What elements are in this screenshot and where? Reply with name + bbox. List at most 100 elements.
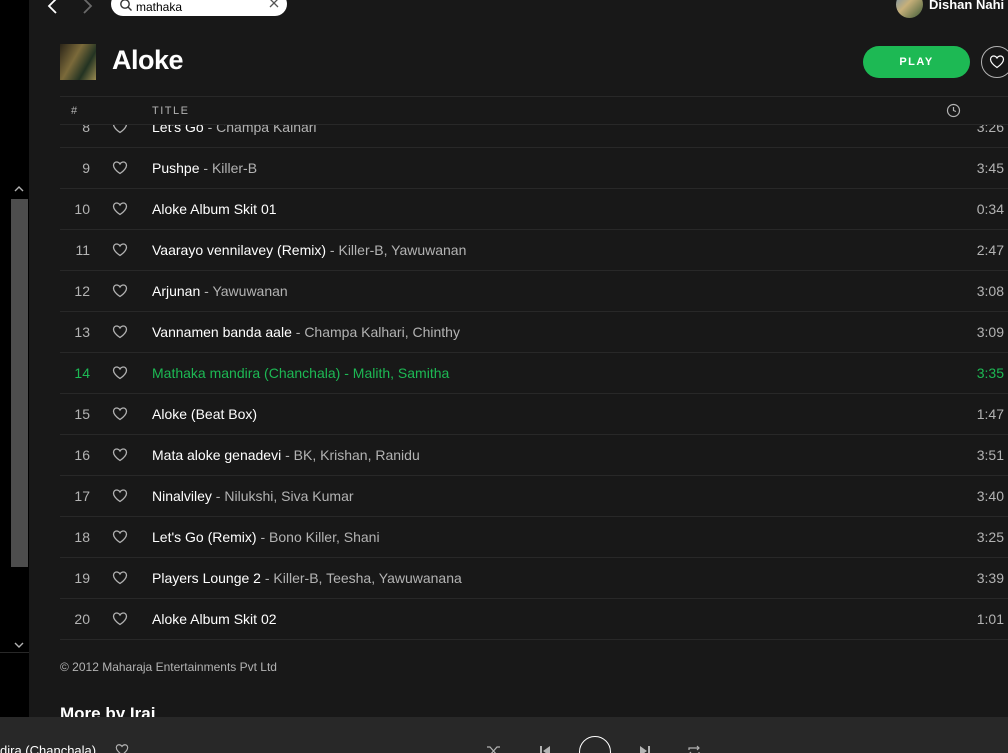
track-number: 16 bbox=[74, 447, 90, 463]
track-number: 12 bbox=[74, 283, 90, 299]
track-title[interactable]: Arjunan bbox=[152, 283, 200, 299]
artist-link[interactable]: Shani bbox=[344, 529, 380, 545]
separator: - bbox=[326, 242, 339, 258]
artist-link[interactable]: Killer-B bbox=[273, 570, 318, 586]
heart-icon[interactable] bbox=[112, 201, 128, 217]
column-title[interactable]: TITLE bbox=[152, 105, 189, 117]
artist-link[interactable]: Samitha bbox=[398, 365, 449, 381]
heart-icon[interactable] bbox=[112, 611, 128, 627]
separator: , bbox=[318, 570, 327, 586]
player-bar: dira (Chanchala) bbox=[0, 717, 1008, 753]
heart-icon[interactable] bbox=[112, 570, 128, 586]
track-title[interactable]: Vaarayo vennilavey (Remix) bbox=[152, 242, 326, 258]
track-duration: 1:01 bbox=[976, 611, 1004, 627]
search-input[interactable] bbox=[136, 0, 256, 14]
track-row[interactable]: 11 Vaarayo vennilavey (Remix) - Killer-B,… bbox=[60, 230, 1008, 271]
album-cover bbox=[60, 44, 96, 80]
previous-icon[interactable] bbox=[537, 743, 553, 753]
save-album-button[interactable] bbox=[981, 46, 1008, 78]
heart-icon[interactable] bbox=[112, 283, 128, 299]
track-row[interactable]: 10 Aloke Album Skit 01 0:34 bbox=[60, 189, 1008, 230]
heart-icon[interactable] bbox=[112, 447, 128, 463]
artist-link[interactable]: Yawuwanana bbox=[379, 570, 462, 586]
repeat-icon[interactable] bbox=[686, 743, 702, 753]
heart-icon[interactable] bbox=[112, 406, 128, 422]
artist-link[interactable]: Siva Kumar bbox=[281, 488, 353, 504]
now-playing-title[interactable]: dira (Chanchala) bbox=[0, 743, 96, 753]
user-menu[interactable]: Dishan Nahi bbox=[896, 0, 1004, 18]
track-title[interactable]: Pushpe bbox=[152, 160, 199, 176]
artist-link[interactable]: Chinthy bbox=[412, 324, 459, 340]
track-row[interactable]: 19 Players Lounge 2 - Killer-B, Teesha, Y… bbox=[60, 558, 1008, 599]
track-title[interactable]: Ninalviley bbox=[152, 488, 212, 504]
artist-link[interactable]: Malith bbox=[353, 365, 390, 381]
separator: - bbox=[211, 488, 225, 504]
track-duration: 3:45 bbox=[976, 160, 1004, 176]
track-duration: 3:51 bbox=[976, 447, 1004, 463]
column-number: # bbox=[71, 105, 78, 117]
play-button[interactable]: PLAY bbox=[863, 46, 970, 78]
scroll-up-icon[interactable] bbox=[12, 182, 26, 196]
scroll-down-icon[interactable] bbox=[12, 638, 26, 652]
album-title: Aloke bbox=[112, 45, 184, 75]
sidebar-scrollbar[interactable] bbox=[11, 199, 28, 567]
track-row[interactable]: 16 Mata aloke genadevi - BK, Krishan, Ran… bbox=[60, 435, 1008, 476]
chevron-left-icon[interactable] bbox=[43, 0, 63, 16]
track-row[interactable]: 20 Aloke Album Skit 02 1:01 bbox=[60, 599, 1008, 640]
track-title[interactable]: Aloke Album Skit 02 bbox=[152, 611, 277, 627]
track-title[interactable]: Aloke (Beat Box) bbox=[152, 406, 257, 422]
track-row[interactable]: 14 Mathaka mandira (Chanchala) - Malith, … bbox=[60, 353, 1008, 394]
next-icon[interactable] bbox=[637, 743, 653, 753]
heart-icon[interactable] bbox=[112, 488, 128, 504]
track-info: Let's Go (Remix) - Bono Killer, Shani bbox=[152, 529, 380, 545]
heart-icon[interactable] bbox=[112, 160, 128, 176]
track-list: 8 Let's Go - Champa Kalhari 3:26 9 Pushpe - … bbox=[60, 107, 1008, 640]
more-by-heading[interactable]: More by Iraj bbox=[60, 704, 155, 717]
heart-icon[interactable] bbox=[112, 324, 128, 340]
heart-icon[interactable] bbox=[112, 529, 128, 545]
artist-link[interactable]: Nilukshi bbox=[224, 488, 273, 504]
play-icon[interactable] bbox=[579, 736, 611, 753]
track-title[interactable]: Mathaka mandira (Chanchala) bbox=[152, 365, 340, 381]
artist-link[interactable]: Champa Kalhari bbox=[304, 324, 404, 340]
track-number: 20 bbox=[74, 611, 90, 627]
track-title[interactable]: Mata aloke genadevi bbox=[152, 447, 281, 463]
track-title[interactable]: Aloke Album Skit 01 bbox=[152, 201, 277, 217]
artist-link[interactable]: Bono Killer bbox=[269, 529, 336, 545]
chevron-right-icon[interactable] bbox=[77, 0, 97, 16]
track-title[interactable]: Players Lounge 2 bbox=[152, 570, 261, 586]
track-info: Pushpe - Killer-B bbox=[152, 160, 257, 176]
artist-link[interactable]: Killer-B bbox=[338, 242, 383, 258]
track-info: Ninalviley - Nilukshi, Siva Kumar bbox=[152, 488, 354, 504]
track-row[interactable]: 18 Let's Go (Remix) - Bono Killer, Shani 3… bbox=[60, 517, 1008, 558]
artist-link[interactable]: Teesha bbox=[326, 570, 371, 586]
track-duration: 3:08 bbox=[976, 283, 1004, 299]
track-row[interactable]: 12 Arjunan - Yawuwanan 3:08 bbox=[60, 271, 1008, 312]
heart-icon[interactable] bbox=[115, 743, 129, 753]
track-number: 13 bbox=[74, 324, 90, 340]
clock-icon bbox=[946, 103, 961, 118]
artist-link[interactable]: BK bbox=[294, 447, 313, 463]
heart-icon[interactable] bbox=[112, 242, 128, 258]
track-title[interactable]: Vannamen banda aale bbox=[152, 324, 292, 340]
track-row[interactable]: 17 Ninalviley - Nilukshi, Siva Kumar 3:40 bbox=[60, 476, 1008, 517]
artist-link[interactable]: Yawuwanan bbox=[391, 242, 466, 258]
artist-link[interactable]: Ranidu bbox=[375, 447, 419, 463]
artist-link[interactable]: Yawuwanan bbox=[212, 283, 287, 299]
artist-link[interactable]: Killer-B bbox=[212, 160, 257, 176]
search-icon bbox=[120, 0, 132, 11]
track-row[interactable]: 13 Vannamen banda aale - Champa Kalhari, … bbox=[60, 312, 1008, 353]
track-title[interactable]: Let's Go (Remix) bbox=[152, 529, 257, 545]
heart-icon[interactable] bbox=[112, 365, 128, 381]
separator: , bbox=[371, 570, 379, 586]
artist-link[interactable]: Krishan bbox=[320, 447, 367, 463]
top-bar: Dishan Nahi bbox=[29, 0, 1008, 36]
user-name: Dishan Nahi bbox=[929, 0, 1005, 12]
separator: , bbox=[312, 447, 321, 463]
shuffle-icon[interactable] bbox=[486, 743, 502, 753]
track-row[interactable]: 9 Pushpe - Killer-B 3:45 bbox=[60, 148, 1008, 189]
track-row[interactable]: 15 Aloke (Beat Box) 1:47 bbox=[60, 394, 1008, 435]
separator: - bbox=[340, 365, 353, 381]
search-box[interactable] bbox=[111, 0, 287, 16]
clear-icon[interactable] bbox=[268, 0, 280, 9]
